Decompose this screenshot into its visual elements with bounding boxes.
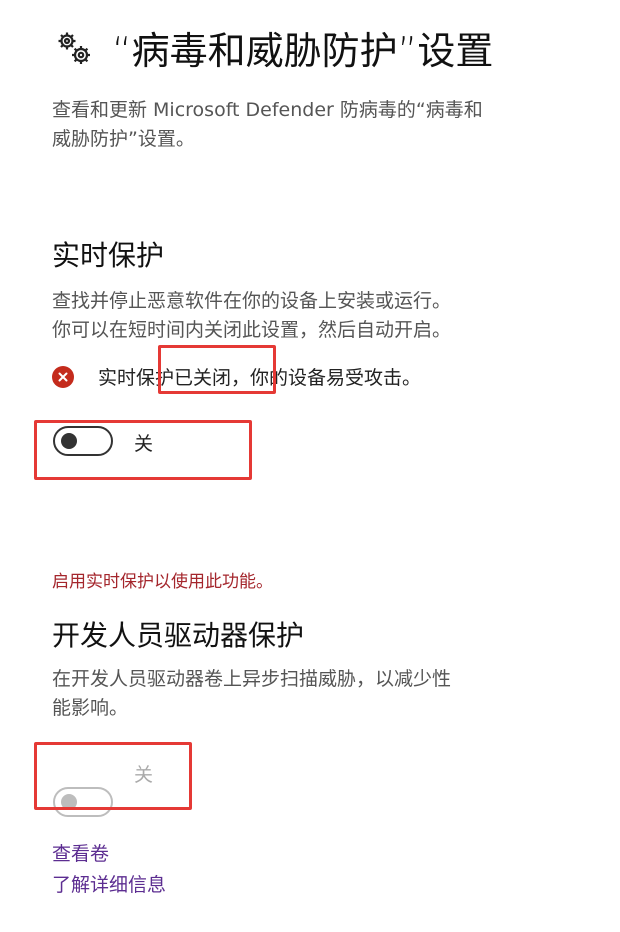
realtime-description-line2: 你可以在短时间内关闭此设置，然后自动开启。 [52,319,452,341]
highlight-box-devdrive-toggle [34,742,192,810]
view-volumes-link[interactable]: 查看卷 [52,839,109,866]
page-description-line2: 威胁防护”设置。 [52,128,195,150]
page-description: 查看和更新 Microsoft Defender 防病毒的“病毒和 威胁防护”设… [52,96,592,154]
header: “病毒和威胁防护”设置 [52,20,493,75]
devdrive-warning: 启用实时保护以使用此功能。 [52,572,273,592]
gear-icon [52,26,96,70]
highlight-box-realtime-toggle [34,420,252,480]
realtime-description: 查找并停止恶意软件在你的设备上安装或运行。 你可以在短时间内关闭此设置，然后自动… [52,287,592,345]
devdrive-description-line1: 在开发人员驱动器卷上异步扫描威胁，以减少性 [52,668,452,690]
devdrive-description-line2: 能影响。 [52,697,129,719]
learn-more-link[interactable]: 了解详细信息 [52,870,166,897]
realtime-description-line1: 查找并停止恶意软件在你的设备上安装或运行。 [52,290,452,312]
error-icon [52,365,74,388]
highlight-box-status [158,345,276,394]
devdrive-heading: 开发人员驱动器保护 [52,619,305,652]
realtime-heading: 实时保护 [52,239,165,272]
devdrive-description: 在开发人员驱动器卷上异步扫描威胁，以减少性 能影响。 [52,665,592,723]
page-description-line1: 查看和更新 Microsoft Defender 防病毒的“病毒和 [52,99,483,121]
page-title: “病毒和威胁防护”设置 [112,29,494,73]
